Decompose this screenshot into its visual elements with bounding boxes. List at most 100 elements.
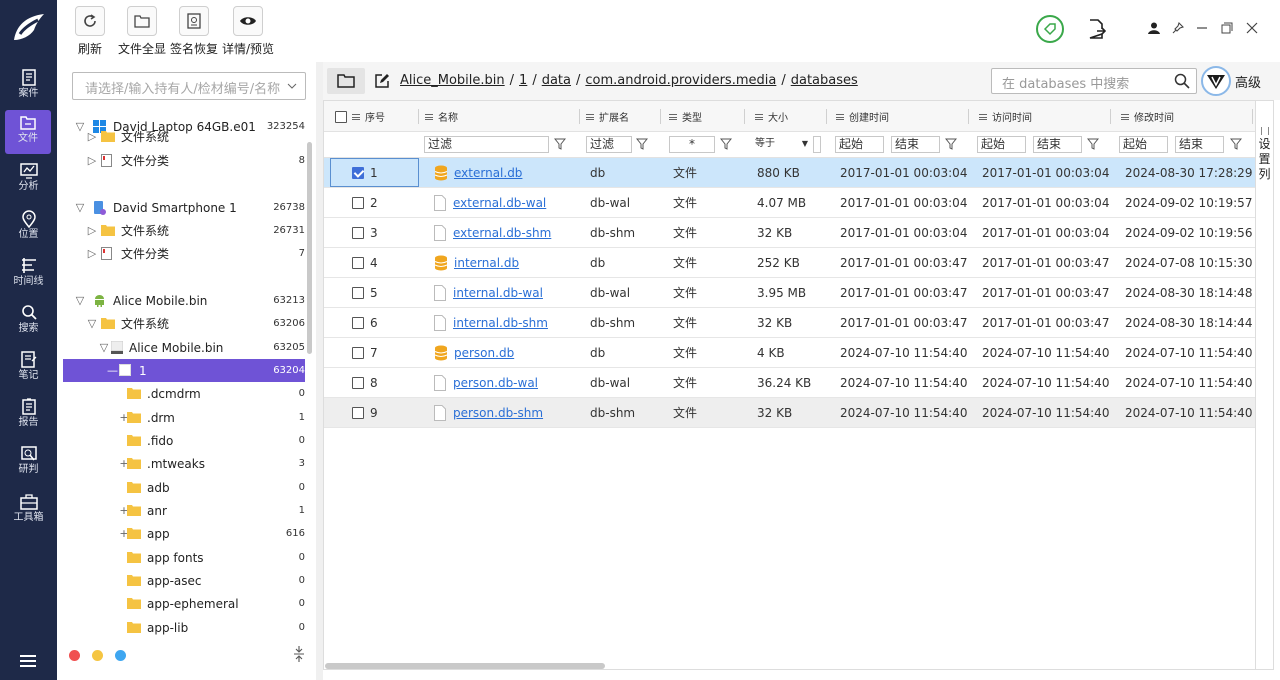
file-name-link[interactable]: internal.db-shm <box>453 316 548 330</box>
user-button[interactable] <box>1146 20 1162 36</box>
tree-node[interactable]: adb 0 <box>63 476 305 499</box>
file-name-link[interactable]: person.db-shm <box>453 406 543 420</box>
tree-node[interactable]: ▽ David Smartphone 1 26738 <box>63 196 305 219</box>
cell-name[interactable]: external.db-wal <box>434 188 546 217</box>
breadcrumb-item[interactable]: Alice_Mobile.bin <box>400 73 505 88</box>
holder-select[interactable]: 请选择/输入持有人/检材编号/名称 <box>72 72 306 100</box>
search-icon[interactable] <box>1174 73 1190 89</box>
breadcrumb-item[interactable]: 1 <box>519 73 527 88</box>
nav-item-toolbox[interactable]: 工具箱 <box>0 489 57 533</box>
cell-name[interactable]: internal.db-shm <box>434 308 548 337</box>
cell-name[interactable]: person.db-shm <box>434 398 543 427</box>
nav-item-case[interactable]: 案件 <box>0 65 57 109</box>
breadcrumb-item[interactable]: data <box>542 73 571 88</box>
open-folder-button[interactable] <box>327 68 365 94</box>
row-checkbox[interactable] <box>352 406 364 419</box>
tree-node[interactable]: ▷ 文件系统 26731 <box>63 219 305 242</box>
breadcrumb-item[interactable]: com.android.providers.media <box>585 73 776 88</box>
file-name-link[interactable]: internal.db-wal <box>453 286 543 300</box>
accessed-end-input[interactable]: 结束 <box>1033 136 1082 153</box>
col-header-name[interactable]: 名称 <box>425 101 458 132</box>
nav-item-location[interactable]: 位置 <box>0 206 57 250</box>
nav-item-analysis[interactable]: 分析 <box>0 158 57 202</box>
tree-toggle[interactable]: ▷ <box>87 154 97 167</box>
tree-node[interactable]: ▽ Alice Mobile.bin 63205 <box>63 336 305 359</box>
accessed-start-input[interactable]: 起始 <box>977 136 1026 153</box>
advanced-search-button[interactable]: 高级 <box>1201 65 1277 97</box>
breadcrumb-item[interactable]: databases <box>791 73 858 88</box>
minimize-button[interactable] <box>1194 20 1210 36</box>
nav-item-notes[interactable]: 笔记 <box>0 347 57 391</box>
modified-end-input[interactable]: 结束 <box>1175 136 1224 153</box>
created-end-input[interactable]: 结束 <box>891 136 940 153</box>
row-checkbox[interactable] <box>352 316 364 329</box>
status-button[interactable] <box>1036 15 1064 43</box>
show-all-files-button[interactable]: 文件全显 <box>118 6 166 58</box>
filter-icon[interactable] <box>636 138 648 150</box>
table-horizontal-scrollbar[interactable] <box>325 663 605 669</box>
col-header-created[interactable]: 创建时间 <box>836 101 889 132</box>
file-name-link[interactable]: external.db <box>454 166 522 180</box>
row-checkbox[interactable] <box>352 226 364 239</box>
filter-icon[interactable] <box>1230 138 1242 150</box>
tree-node[interactable]: + .mtweaks 3 <box>63 452 305 475</box>
tree-node[interactable]: — 1 63204 <box>63 359 305 382</box>
table-row[interactable]: 5 internal.db-wal db-wal 文件 3.95 MB 2017-01-0… <box>324 278 1255 308</box>
row-checkbox[interactable] <box>352 376 364 389</box>
signature-recover-button[interactable]: 签名恢复 <box>170 6 218 58</box>
detail-preview-button[interactable]: 详情/预览 <box>221 6 275 58</box>
edit-path-button[interactable] <box>371 68 393 94</box>
export-button[interactable] <box>1086 18 1108 40</box>
cell-name[interactable]: internal.db <box>434 248 519 277</box>
col-header-size[interactable]: 大小 <box>755 101 788 132</box>
select-all-checkbox[interactable] <box>335 111 347 123</box>
cell-name[interactable]: person.db-wal <box>434 368 538 397</box>
nav-item-search[interactable]: 搜索 <box>0 300 57 344</box>
tree-toggle[interactable]: ▽ <box>75 294 85 307</box>
cell-name[interactable]: person.db <box>434 338 514 367</box>
tree-node[interactable]: app-lib 0 <box>63 616 305 639</box>
tree-node[interactable]: ▷ 文件系统 <box>63 125 305 148</box>
col-header-modified[interactable]: 修改时间 <box>1121 101 1174 132</box>
tree-node[interactable]: app-ephemeral 0 <box>63 592 305 615</box>
file-name-link[interactable]: person.db <box>454 346 514 360</box>
tree-toggle[interactable]: ▽ <box>87 317 97 330</box>
panel-splitter[interactable] <box>316 62 323 680</box>
col-header-type[interactable]: 类型 <box>669 101 702 132</box>
row-checkbox[interactable] <box>352 256 364 269</box>
menu-icon[interactable] <box>20 654 36 668</box>
table-row[interactable]: 2 external.db-wal db-wal 文件 4.07 MB 2017-01-0… <box>324 188 1255 218</box>
filter-icon[interactable] <box>1087 138 1099 150</box>
row-checkbox[interactable] <box>352 196 364 209</box>
table-row[interactable]: 8 person.db-wal db-wal 文件 36.24 KB 2024-07-10… <box>324 368 1255 398</box>
nav-item-file[interactable]: 文件 <box>5 110 51 154</box>
tree-node[interactable]: app-asec 0 <box>63 569 305 592</box>
tree-toggle[interactable]: ▷ <box>87 224 97 237</box>
tree-node[interactable]: ▽ 文件系统 63206 <box>63 312 305 335</box>
table-row[interactable]: 1 external.db db 文件 880 KB 2017-01-01 00:03:0… <box>324 158 1255 188</box>
row-checkbox[interactable] <box>352 166 364 179</box>
row-checkbox[interactable] <box>352 346 364 359</box>
tree-node[interactable]: + app 616 <box>63 522 305 545</box>
tree-node[interactable]: app fonts 0 <box>63 546 305 569</box>
refresh-button[interactable]: 刷新 <box>75 6 105 58</box>
table-row[interactable]: 7 person.db db 文件 4 KB 2024-07-10 11:54:40 202… <box>324 338 1255 368</box>
tree-scrollbar[interactable] <box>307 142 312 354</box>
pin-button[interactable] <box>1170 20 1186 36</box>
filter-icon[interactable] <box>554 138 566 150</box>
filter-icon[interactable] <box>945 138 957 150</box>
file-name-link[interactable]: person.db-wal <box>453 376 538 390</box>
tree-toggle[interactable]: ▽ <box>75 201 85 214</box>
modified-start-input[interactable]: 起始 <box>1119 136 1168 153</box>
tree-node[interactable]: + anr 1 <box>63 499 305 522</box>
tree-toggle[interactable]: ▽ <box>99 341 109 354</box>
table-row[interactable]: 6 internal.db-shm db-shm 文件 32 KB 2017-01-01 … <box>324 308 1255 338</box>
nav-item-judge[interactable]: 研判 <box>0 441 57 485</box>
ext-filter-input[interactable]: 过滤 <box>586 136 632 153</box>
tree-node[interactable]: .dcmdrm 0 <box>63 382 305 405</box>
table-row[interactable]: 9 person.db-shm db-shm 文件 32 KB 2024-07-10 11… <box>324 398 1255 428</box>
tree-node[interactable]: .fido 0 <box>63 429 305 452</box>
nav-item-report[interactable]: 报告 <box>0 394 57 438</box>
size-operator-select[interactable]: 等于 ▼ <box>752 136 810 153</box>
file-name-link[interactable]: internal.db <box>454 256 519 270</box>
